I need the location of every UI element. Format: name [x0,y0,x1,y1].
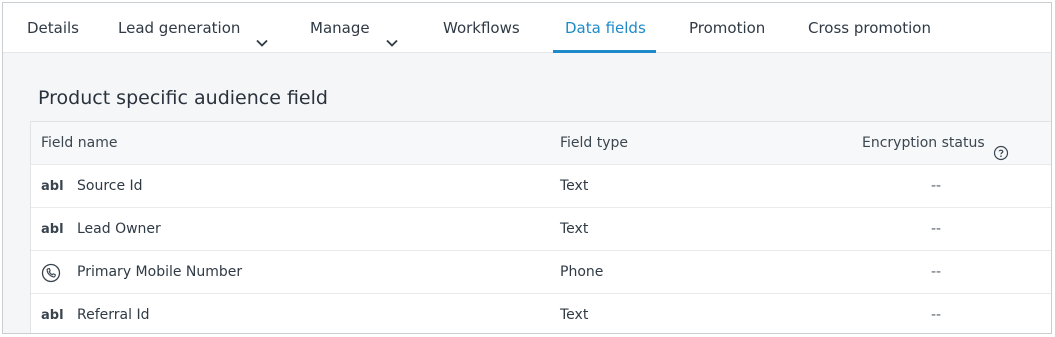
field-type: Text [560,307,589,323]
tab-lead-generation[interactable]: Lead generation [118,3,270,53]
tab-data-fields[interactable]: Data fields [553,3,656,53]
text-type-icon: abl [41,179,64,194]
table-row[interactable]: abl Lead Owner Text -- [31,208,1051,251]
help-icon[interactable] [993,136,1009,160]
field-name: Primary Mobile Number [77,264,243,280]
encryption-status: -- [931,264,942,280]
field-name-cell: Primary Mobile Number [41,251,242,294]
table-row[interactable]: Primary Mobile Number Phone -- [31,251,1051,294]
column-header-label: Encryption status [862,135,985,151]
table-row[interactable]: abl Referral Id Text -- [31,294,1051,333]
tab-details[interactable]: Details [27,3,79,53]
field-name: Source Id [77,178,143,194]
chevron-down-icon[interactable] [384,20,400,47]
text-type-icon: abl [41,222,64,237]
tab-label: Manage [310,19,370,37]
field-name-cell: abl Lead Owner [41,208,161,251]
section-title: Product specific audience field [38,87,328,109]
field-name: Referral Id [77,307,150,323]
tab-workflows[interactable]: Workflows [443,3,520,53]
phone-icon [41,251,67,294]
field-name: Lead Owner [77,221,161,237]
tab-label: Workflows [443,19,520,37]
tab-label: Cross promotion [808,19,931,37]
column-header-field-name[interactable]: Field name [41,122,117,165]
column-header-field-type[interactable]: Field type [560,122,628,165]
tab-label: Lead generation [118,19,241,37]
chevron-down-icon[interactable] [254,20,270,47]
tab-bar: Details Lead generation Manage Workflows… [3,3,1051,53]
tab-label: Details [27,19,80,37]
tab-label: Data fields [565,19,646,37]
field-type: Text [560,221,589,237]
main-content: Product specific audience field Field na… [3,53,1051,333]
table-header: Field name Field type Encryption status [31,122,1051,165]
tab-manage[interactable]: Manage [310,3,400,53]
text-type-icon: abl [41,308,64,323]
app-frame: Details Lead generation Manage Workflows… [2,2,1052,334]
field-type: Phone [560,264,604,280]
field-name-cell: abl Source Id [41,165,143,208]
tab-cross-promotion[interactable]: Cross promotion [808,3,931,53]
table-row[interactable]: abl Source Id Text -- [31,165,1051,208]
tab-label: Promotion [689,19,766,37]
field-type: Text [560,178,589,194]
field-name-cell: abl Referral Id [41,294,150,333]
fields-table: Field name Field type Encryption status [30,121,1051,333]
encryption-status: -- [931,307,942,323]
encryption-status: -- [931,221,942,237]
column-header-encryption-status[interactable]: Encryption status [862,122,1009,165]
encryption-status: -- [931,178,942,194]
tab-promotion[interactable]: Promotion [689,3,765,53]
